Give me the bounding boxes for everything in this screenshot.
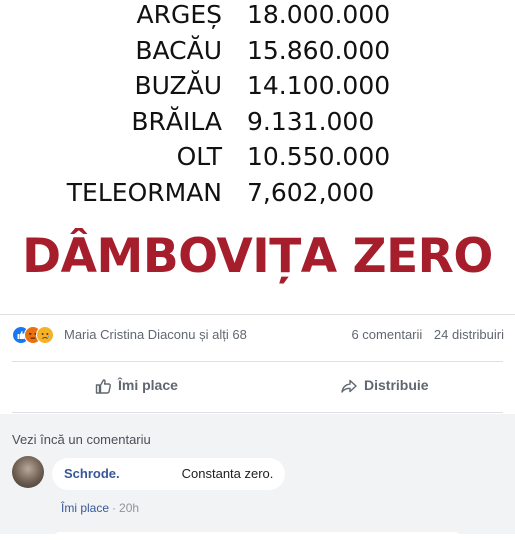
county-name: OLT xyxy=(176,142,222,171)
redacted-name xyxy=(119,467,182,482)
county-amount: 9.131.000 xyxy=(247,106,375,136)
comment-meta: Îmi place · 20h xyxy=(61,501,139,515)
comment-like-link[interactable]: Îmi place xyxy=(61,501,109,515)
county-row: BUZĂU 14.100.000 xyxy=(0,69,515,103)
share-arrow-icon xyxy=(341,380,357,393)
comment-author[interactable]: Schrode. xyxy=(64,466,120,481)
county-row: TELEORMAN 7,602,000 xyxy=(0,176,515,210)
county-name: BUZĂU xyxy=(134,71,222,100)
next-comment-bubble xyxy=(52,532,462,540)
shares-count-link[interactable]: 24 distribuiri xyxy=(434,327,504,342)
divider xyxy=(12,412,503,413)
like-button[interactable]: Îmi place xyxy=(94,363,178,407)
county-amount: 14.100.000 xyxy=(247,71,391,100)
comment-timestamp[interactable]: 20h xyxy=(119,501,139,515)
county-row: BRĂILA 9.131.000 xyxy=(0,105,515,139)
post-action-bar: Îmi place Distribuie xyxy=(12,363,503,407)
county-amount: 10.550.000 xyxy=(247,142,391,171)
share-button-label: Distribuie xyxy=(364,377,429,393)
image-bottom-border xyxy=(0,314,515,315)
county-amount: 18.000.000 xyxy=(247,0,391,29)
share-button[interactable]: Distribuie xyxy=(340,363,429,407)
engagement-counts: 6 comentarii 24 distribuiri xyxy=(343,327,504,342)
reactions-bar: Maria Cristina Diaconu și alți 68 6 come… xyxy=(12,322,504,350)
avatar[interactable] xyxy=(12,456,44,488)
county-name: BACĂU xyxy=(135,35,222,65)
comment-text: Constanta zero. xyxy=(181,466,274,481)
divider xyxy=(12,361,503,362)
county-name: TELEORMAN xyxy=(66,177,222,207)
headline-dambovita-zero: DÂMBOVIȚA ZERO xyxy=(22,229,493,284)
county-name: BRĂILA xyxy=(131,106,222,136)
county-amount: 7,602,000 xyxy=(247,177,375,207)
view-more-comments-link[interactable]: Vezi încă un comentariu xyxy=(12,432,151,447)
reactors-summary[interactable]: Maria Cristina Diaconu și alți 68 xyxy=(64,327,247,342)
meta-separator: · xyxy=(112,501,117,515)
comments-section: Vezi încă un comentariu Schrode. Constant… xyxy=(0,414,515,540)
thumbs-up-icon xyxy=(95,379,111,394)
comment-bubble: Schrode. Constanta zero. xyxy=(52,458,286,490)
county-row: BACĂU 15.860.000 xyxy=(0,34,515,68)
county-row: ARGEȘ 18.000.000 xyxy=(0,0,515,32)
county-row: OLT 10.550.000 xyxy=(0,140,515,174)
county-amount: 15.860.000 xyxy=(247,35,391,65)
county-name: ARGEȘ xyxy=(136,0,222,29)
post-image[interactable]: ARGEȘ 18.000.000 BACĂU 15.860.000 BUZĂU 14.10… xyxy=(0,0,515,314)
sad-icon xyxy=(36,326,54,344)
comments-count-link[interactable]: 6 comentarii xyxy=(351,327,422,342)
like-button-label: Îmi place xyxy=(118,377,178,393)
